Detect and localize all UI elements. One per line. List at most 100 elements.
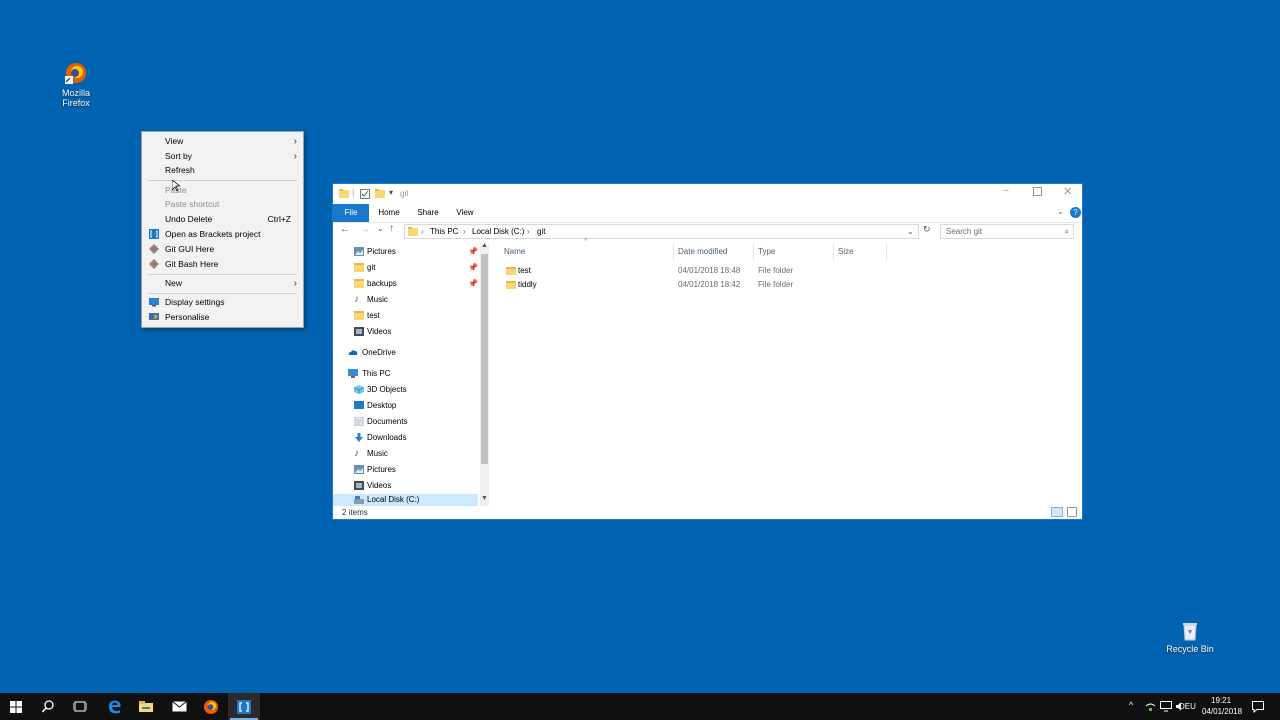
menu-item-sort-by[interactable]: Sort by › (142, 149, 303, 164)
desktop-icon-firefox[interactable]: Mozilla Firefox (38, 60, 114, 108)
nav-item-label: 3D Objects (367, 385, 407, 394)
nav-item-3d-objects[interactable]: 3D Objects (333, 382, 478, 398)
menu-item-label: New (165, 278, 183, 288)
column-type[interactable]: Type (758, 247, 775, 256)
back-button[interactable]: ← (340, 224, 350, 235)
nav-item-test[interactable]: test (333, 308, 478, 324)
address-dropdown-icon[interactable]: ⌄ (907, 225, 914, 238)
new-folder-icon[interactable] (375, 189, 385, 198)
menu-item-label: Paste shortcut (165, 199, 220, 209)
menu-item-paste-shortcut[interactable]: Paste shortcut (142, 197, 303, 212)
qat-dropdown-icon[interactable]: ▾ (389, 188, 393, 197)
breadcrumb-local-disk[interactable]: Local Disk (C:) (472, 225, 524, 238)
clock-date[interactable]: 04/01/2018 (1202, 707, 1242, 716)
downloads-icon (355, 433, 363, 442)
breadcrumb-chevron-icon: › (527, 227, 530, 236)
monitor-icon[interactable] (1160, 701, 1172, 712)
search-button[interactable] (32, 693, 64, 720)
show-hidden-icons-icon[interactable]: ^ (1129, 700, 1133, 710)
nav-item-pictures-pc[interactable]: Pictures (333, 462, 478, 478)
nav-item-pictures[interactable]: Pictures 📌 (333, 244, 478, 260)
window-title: git (400, 189, 409, 198)
git-icon (149, 259, 159, 269)
column-date-modified[interactable]: Date modified (678, 247, 727, 256)
nav-item-git[interactable]: git 📌 (333, 260, 478, 276)
scrollbar-thumb[interactable] (481, 254, 488, 464)
pc-icon (348, 369, 358, 378)
menu-item-label: View (165, 136, 184, 146)
nav-item-label: Videos (367, 327, 392, 336)
nav-item-desktop[interactable]: Desktop (333, 398, 478, 414)
start-button[interactable] (0, 693, 32, 720)
recent-locations-icon[interactable]: ⌄ (377, 224, 384, 233)
help-icon[interactable]: ? (1070, 207, 1081, 218)
expand-ribbon-icon[interactable]: ⌄ (1057, 207, 1064, 216)
title-bar: | ▾ git – ✕ (333, 184, 1082, 204)
refresh-icon[interactable]: ↻ (923, 224, 931, 235)
menu-item-view[interactable]: View › (142, 134, 303, 149)
tab-view[interactable]: View (449, 204, 481, 222)
nav-item-documents[interactable]: Documents (333, 414, 478, 430)
navigation-scrollbar[interactable]: ▲ ▼ (480, 242, 489, 506)
edge-button[interactable] (98, 693, 130, 720)
menu-item-display-settings[interactable]: Display settings (142, 295, 303, 310)
tab-home[interactable]: Home (373, 204, 405, 222)
nav-item-videos-pc[interactable]: Videos (333, 478, 478, 494)
address-bar[interactable]: › This PC › Local Disk (C:) › git ⌄ (404, 224, 919, 239)
menu-item-refresh[interactable]: Refresh (142, 163, 303, 178)
menu-item-paste[interactable]: Paste (142, 183, 303, 198)
file-row[interactable]: test 04/01/2018 18:48 File folder (501, 264, 911, 278)
properties-icon[interactable] (360, 189, 370, 199)
menu-item-label: Personalise (165, 312, 210, 322)
action-center-icon[interactable] (1252, 701, 1264, 713)
mail-button[interactable] (163, 693, 195, 720)
up-button[interactable]: ↑ (389, 223, 394, 234)
search-input[interactable]: Search git ⌕ (940, 224, 1074, 239)
file-type: File folder (758, 266, 794, 275)
nav-item-backups[interactable]: backups 📌 (333, 276, 478, 292)
breadcrumb-this-pc[interactable]: This PC (430, 225, 458, 238)
large-icons-view-icon[interactable] (1067, 507, 1077, 517)
maximize-button[interactable] (1033, 187, 1042, 196)
details-view-icon[interactable] (1051, 507, 1063, 517)
navigation-pane: Pictures 📌 git 📌 backups 📌 ♪ Music test … (333, 244, 490, 506)
input-language[interactable]: DEU (1179, 702, 1196, 711)
address-row: ← → ⌄ ↑ › This PC › Local Disk (C:) › gi… (333, 223, 1082, 240)
chevron-right-icon: › (293, 278, 297, 289)
nav-item-downloads[interactable]: Downloads (333, 430, 478, 446)
forward-button[interactable]: → (360, 224, 370, 235)
nav-item-this-pc[interactable]: This PC (333, 366, 478, 382)
column-size[interactable]: Size (838, 247, 854, 256)
menu-item-git-bash[interactable]: Git Bash Here (142, 257, 303, 272)
file-explorer-button[interactable] (130, 693, 162, 720)
menu-item-git-gui[interactable]: Git GUI Here (142, 242, 303, 257)
folder-icon (408, 227, 418, 236)
tab-file[interactable]: File (333, 204, 369, 222)
desktop-icon-recycle-bin[interactable]: Recycle Bin (1152, 620, 1228, 654)
nav-item-onedrive[interactable]: OneDrive (333, 345, 478, 361)
firefox-button[interactable] (195, 693, 227, 720)
breadcrumb-git[interactable]: git (537, 225, 545, 238)
menu-item-shortcut: Ctrl+Z (267, 214, 291, 224)
menu-item-open-brackets[interactable]: Open as Brackets project (142, 227, 303, 242)
column-name[interactable]: Name (504, 247, 525, 256)
minimize-button[interactable]: – (1003, 185, 1009, 196)
nav-item-videos[interactable]: Videos (333, 324, 478, 340)
clock-time[interactable]: 19:21 (1211, 696, 1231, 705)
brackets-button[interactable] (228, 693, 260, 720)
close-button[interactable]: ✕ (1063, 185, 1072, 198)
scroll-down-icon[interactable]: ▼ (481, 495, 488, 502)
network-icon[interactable] (1145, 702, 1156, 712)
nav-item-music-pc[interactable]: ♪ Music (333, 446, 478, 462)
nav-item-local-disk[interactable]: Local Disk (C:) (333, 494, 478, 506)
menu-item-personalise[interactable]: Personalise (142, 310, 303, 325)
menu-item-undo-delete[interactable]: Undo Delete Ctrl+Z (142, 212, 303, 227)
nav-item-music[interactable]: ♪ Music (333, 292, 478, 308)
task-view-button[interactable] (64, 693, 96, 720)
music-icon: ♪ (354, 448, 359, 459)
breadcrumb-chevron-icon: › (421, 227, 424, 236)
scroll-up-icon[interactable]: ▲ (481, 242, 488, 249)
file-row[interactable]: tiddly 04/01/2018 18:42 File folder (501, 278, 911, 292)
tab-share[interactable]: Share (411, 204, 445, 222)
menu-item-new[interactable]: New › (142, 276, 303, 291)
